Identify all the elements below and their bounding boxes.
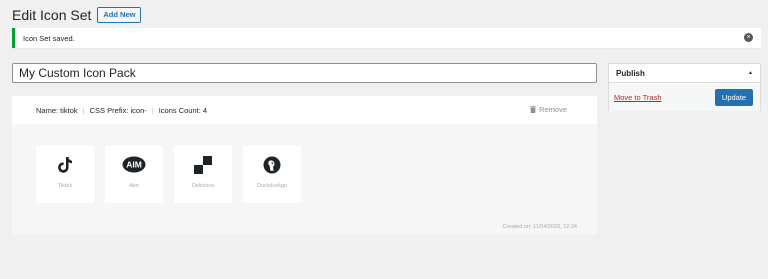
update-button[interactable]: Update bbox=[715, 88, 753, 106]
publish-title: Publish bbox=[616, 68, 645, 78]
trash-icon bbox=[530, 106, 537, 113]
icon-label: Delicious bbox=[191, 183, 215, 189]
icons-count: Icons Count: 4 bbox=[158, 105, 208, 115]
delicious-icon bbox=[194, 156, 212, 174]
separator: | bbox=[82, 105, 85, 115]
success-notice: Icon Set saved. × bbox=[12, 28, 761, 48]
publish-actions: Move to Trash Update bbox=[609, 83, 760, 111]
css-prefix: CSS Prefix: icon- bbox=[89, 105, 147, 115]
icon-grid: Tiktok AIM Aim Delicious Duckduckgo bbox=[36, 146, 312, 203]
page-header: Edit Icon Set Add New bbox=[12, 7, 142, 23]
title-input[interactable] bbox=[12, 63, 597, 83]
notice-text: Icon Set saved. bbox=[23, 33, 75, 43]
icon-set-header: Name: tiktok | CSS Prefix: icon- | Icons… bbox=[12, 96, 597, 124]
collapse-toggle-icon[interactable]: ▲ bbox=[748, 70, 753, 76]
icon-label: Tiktok bbox=[57, 183, 73, 189]
icon-set-panel: Name: tiktok | CSS Prefix: icon- | Icons… bbox=[12, 96, 597, 234]
icon-label: Aim bbox=[129, 183, 139, 189]
publish-box: Publish ▲ Move to Trash Update bbox=[608, 63, 761, 111]
created-on-text: Created on: 11/04/2020, 12:34 bbox=[502, 224, 577, 230]
remove-label: Remove bbox=[539, 105, 567, 114]
icon-label: Duckduckgo bbox=[256, 183, 288, 189]
publish-header: Publish ▲ bbox=[609, 64, 760, 83]
remove-button[interactable]: Remove bbox=[530, 105, 567, 114]
set-name: Name: tiktok bbox=[36, 105, 78, 115]
aim-icon: AIM bbox=[122, 156, 146, 173]
tiktok-icon bbox=[58, 157, 72, 173]
icon-card[interactable]: AIM Aim bbox=[105, 146, 163, 203]
page-title: Edit Icon Set bbox=[12, 7, 92, 23]
add-new-button[interactable]: Add New bbox=[97, 7, 142, 23]
icon-card[interactable]: Tiktok bbox=[36, 146, 94, 203]
icon-card[interactable]: Duckduckgo bbox=[243, 146, 301, 203]
move-to-trash-link[interactable]: Move to Trash bbox=[614, 93, 662, 102]
dismiss-icon[interactable]: × bbox=[744, 33, 753, 42]
svg-text:AIM: AIM bbox=[126, 160, 142, 170]
duckduckgo-icon bbox=[263, 156, 281, 174]
icon-card[interactable]: Delicious bbox=[174, 146, 232, 203]
separator: | bbox=[151, 105, 154, 115]
